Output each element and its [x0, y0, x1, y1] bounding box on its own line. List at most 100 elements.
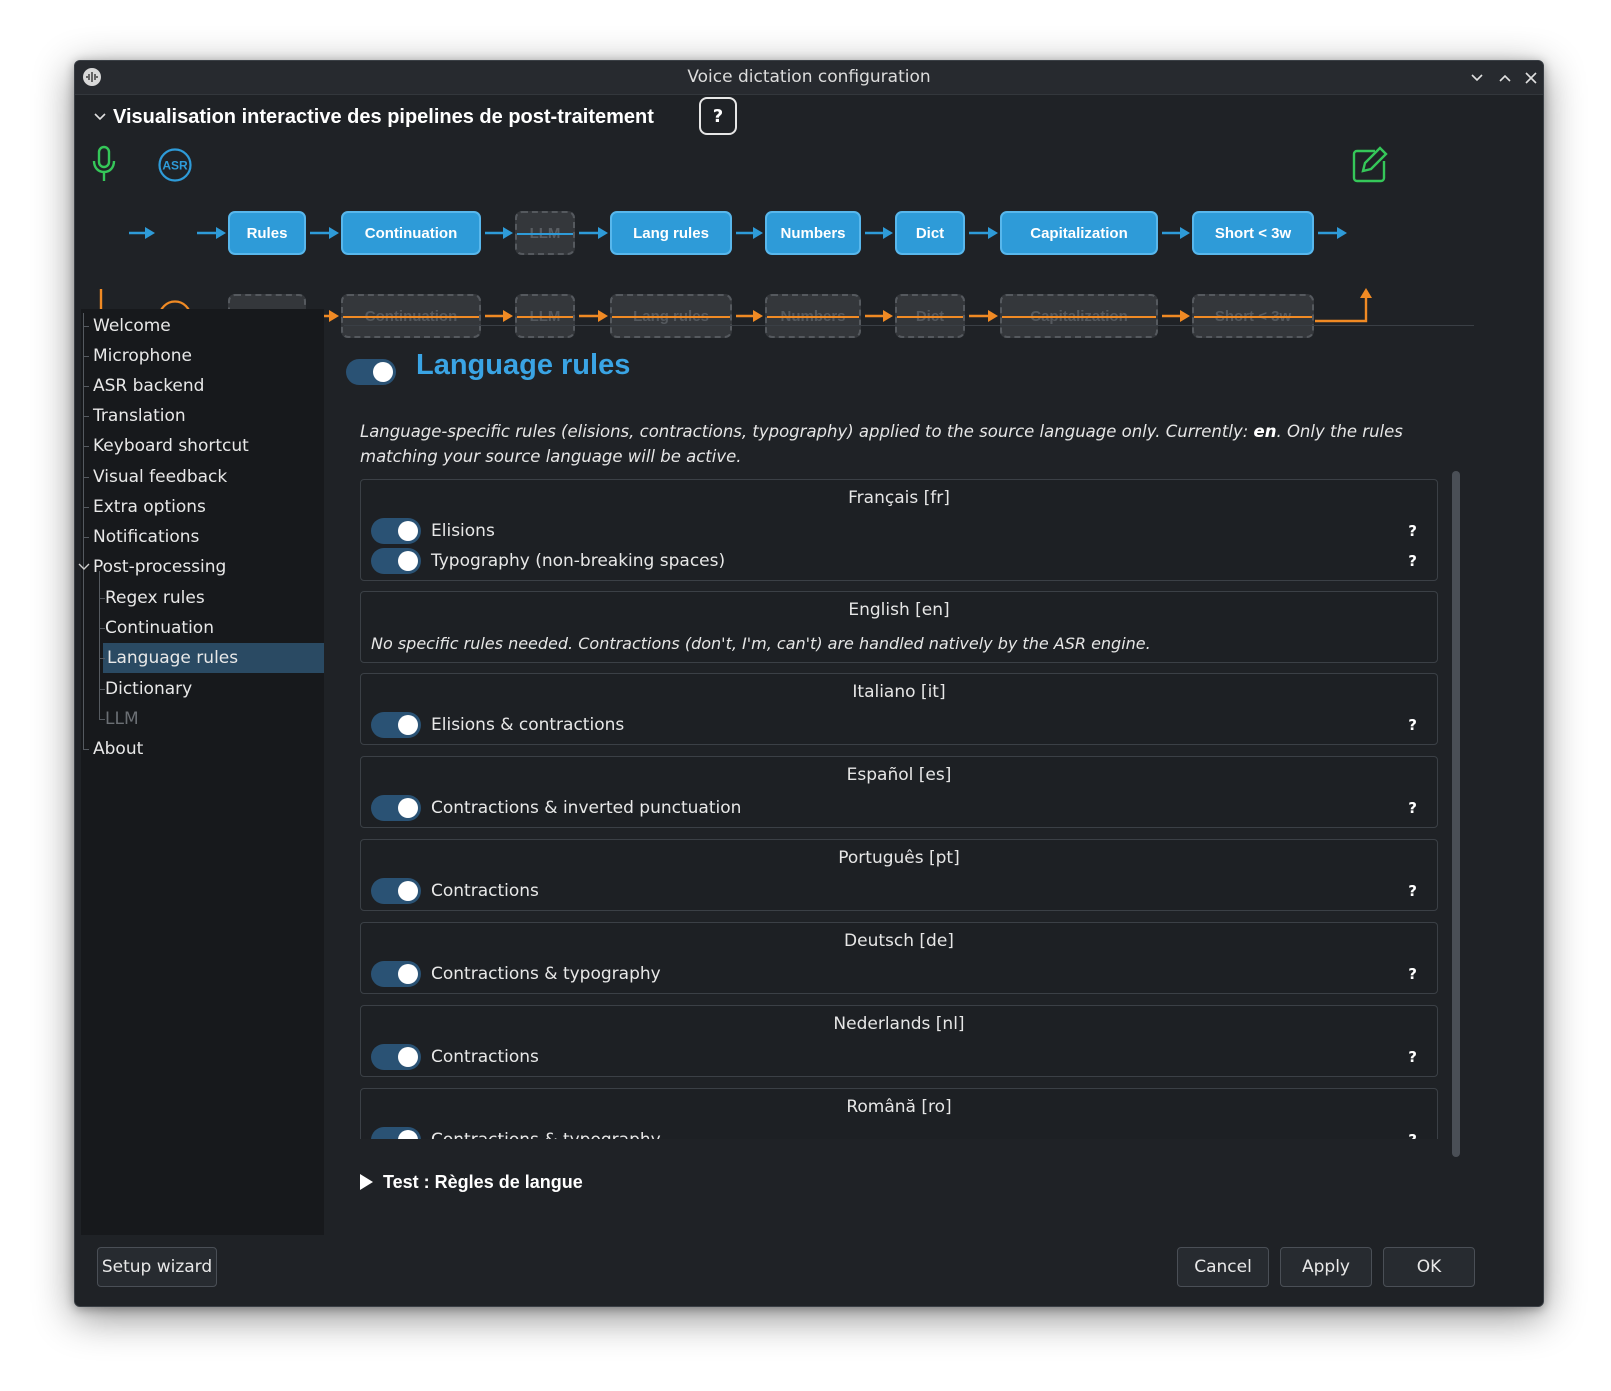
rule-help-button[interactable]: ?: [1408, 518, 1417, 544]
rule-label: Elisions: [431, 521, 495, 541]
divider: [344, 325, 1474, 326]
pipeline-node-label: Short < 3w: [1214, 224, 1292, 242]
minimize-button[interactable]: [1467, 68, 1487, 88]
language-card-title: Español [es]: [846, 765, 952, 785]
tree-connector: [99, 719, 105, 720]
sidebar-item-keyboard-shortcut[interactable]: Keyboard shortcut: [93, 431, 249, 461]
rule-toggle[interactable]: [371, 1127, 421, 1139]
rule-row: Contractions?: [371, 878, 1427, 904]
rule-help-button[interactable]: ?: [1408, 795, 1417, 821]
arrow-mic-asr: [129, 227, 155, 239]
footer-bar: Setup wizard Cancel Apply OK: [75, 1239, 1543, 1306]
pipeline-node-top_row-2[interactable]: LLM: [515, 211, 575, 255]
arrow-top_row-6: [1162, 227, 1190, 239]
language-card: Deutsch [de] Contractions & typography?: [360, 922, 1438, 994]
section-enable-toggle[interactable]: [346, 359, 396, 385]
language-card-title: Română [ro]: [846, 1097, 952, 1117]
close-button[interactable]: [1521, 68, 1541, 88]
rule-label: Contractions & typography: [431, 964, 661, 984]
arrow-top_row-3: [736, 227, 763, 239]
language-card-title: Deutsch [de]: [844, 931, 954, 951]
rule-help-button[interactable]: ?: [1408, 712, 1417, 738]
maximize-button[interactable]: [1495, 68, 1515, 88]
sidebar-item-llm[interactable]: LLM: [105, 704, 139, 734]
sidebar-nav: Welcome Microphone ASR backend Translation K…: [78, 309, 324, 1235]
scrollbar-thumb[interactable]: [1452, 471, 1460, 1157]
pipeline-node-top_row-3[interactable]: Lang rules: [610, 211, 732, 255]
ok-button[interactable]: OK: [1383, 1247, 1475, 1287]
pipeline-node-top_row-5[interactable]: Dict: [895, 211, 965, 255]
pipeline-node-label: Continuation: [364, 224, 458, 242]
test-expander[interactable]: Test : Règles de langue: [360, 1167, 583, 1197]
tree-line: [99, 571, 100, 719]
sidebar-item-welcome[interactable]: Welcome: [93, 311, 171, 341]
pipeline-node-top_row-6[interactable]: Capitalization: [1000, 211, 1158, 255]
rule-toggle[interactable]: [371, 518, 421, 544]
sidebar-item-microphone[interactable]: Microphone: [93, 341, 192, 371]
pipeline-node-label: Capitalization: [1030, 224, 1128, 242]
rule-toggle[interactable]: [371, 795, 421, 821]
language-card-title: Français [fr]: [848, 488, 950, 508]
language-card-note: No specific rules needed. Contractions (…: [371, 634, 1151, 653]
sidebar-item-continuation[interactable]: Continuation: [105, 613, 214, 643]
language-card-title: Nederlands [nl]: [833, 1014, 965, 1034]
arrow-top_row-5: [969, 227, 998, 239]
language-card: Română [ro] Contractions & typography?: [360, 1088, 1438, 1139]
sidebar-item-visual-feedback[interactable]: Visual feedback: [93, 462, 227, 492]
sidebar-item-post-processing[interactable]: Post-processing: [93, 552, 226, 582]
sidebar-item-notifications[interactable]: Notifications: [93, 522, 199, 552]
apply-button[interactable]: Apply: [1280, 1247, 1372, 1287]
chevron-down-icon: [1471, 74, 1483, 82]
rule-help-button[interactable]: ?: [1408, 1044, 1417, 1070]
pipeline-node-top_row-1[interactable]: Continuation: [341, 211, 481, 255]
strike-line: [517, 233, 573, 235]
sidebar-item-extra-options[interactable]: Extra options: [93, 492, 206, 522]
sidebar-item-regex-rules[interactable]: Regex rules: [105, 583, 205, 613]
pipeline-header[interactable]: Visualisation interactive des pipelines …: [93, 97, 654, 137]
language-card-title: English [en]: [848, 600, 950, 620]
expand-arrow-icon: [360, 1174, 373, 1190]
language-cards-list: Français [fr] Elisions? Typography (non-br…: [360, 479, 1442, 1139]
title-bar: Voice dictation configuration: [75, 61, 1543, 95]
rule-toggle[interactable]: [371, 548, 421, 574]
sidebar-item-dictionary[interactable]: Dictionary: [105, 674, 192, 704]
close-icon: [1525, 72, 1537, 84]
arrow-top_row-2: [579, 227, 608, 239]
tree-line: [83, 313, 84, 750]
chevron-up-icon: [1499, 74, 1511, 82]
chevron-down-icon[interactable]: [78, 561, 90, 573]
pipeline-node-top_row-4[interactable]: Numbers: [765, 211, 861, 255]
sidebar-item-language-rules[interactable]: Language rules: [103, 643, 324, 673]
rule-toggle[interactable]: [371, 878, 421, 904]
language-card-title: Italiano [it]: [852, 682, 946, 702]
setup-wizard-button[interactable]: Setup wizard: [97, 1247, 217, 1287]
pipeline-help-button[interactable]: ?: [699, 97, 737, 135]
rule-label: Elisions & contractions: [431, 715, 625, 735]
pipeline-node-label: Lang rules: [633, 224, 709, 242]
sidebar-item-about[interactable]: About: [93, 734, 143, 764]
language-card: Nederlands [nl] Contractions?: [360, 1005, 1438, 1077]
rule-toggle[interactable]: [371, 712, 421, 738]
pipeline-node-label: Numbers: [780, 224, 846, 242]
language-card: Français [fr] Elisions? Typography (non-br…: [360, 479, 1438, 581]
rule-help-button[interactable]: ?: [1408, 878, 1417, 904]
language-card: Español [es] Contractions & inverted punc…: [360, 756, 1438, 828]
rule-toggle[interactable]: [371, 1044, 421, 1070]
rule-row: Contractions & typography?: [371, 961, 1427, 987]
rule-help-button[interactable]: ?: [1408, 1127, 1417, 1139]
language-card: Português [pt] Contractions?: [360, 839, 1438, 911]
vertical-scrollbar[interactable]: [1452, 471, 1460, 1157]
language-card-title: Português [pt]: [838, 848, 960, 868]
sidebar-item-asr-backend[interactable]: ASR backend: [93, 371, 204, 401]
rule-toggle[interactable]: [371, 961, 421, 987]
sidebar-item-translation[interactable]: Translation: [93, 401, 186, 431]
rule-help-button[interactable]: ?: [1408, 548, 1417, 574]
pipeline-node-label: Dict: [915, 224, 945, 242]
arrow-top_row-0: [310, 227, 339, 239]
cancel-button[interactable]: Cancel: [1177, 1247, 1269, 1287]
rule-help-button[interactable]: ?: [1408, 961, 1417, 987]
pipeline-title: Visualisation interactive des pipelines …: [113, 105, 654, 128]
pipeline-node-top_row-0[interactable]: Rules: [228, 211, 306, 255]
rule-row: Elisions & contractions?: [371, 712, 1427, 738]
pipeline-node-top_row-7[interactable]: Short < 3w: [1192, 211, 1314, 255]
